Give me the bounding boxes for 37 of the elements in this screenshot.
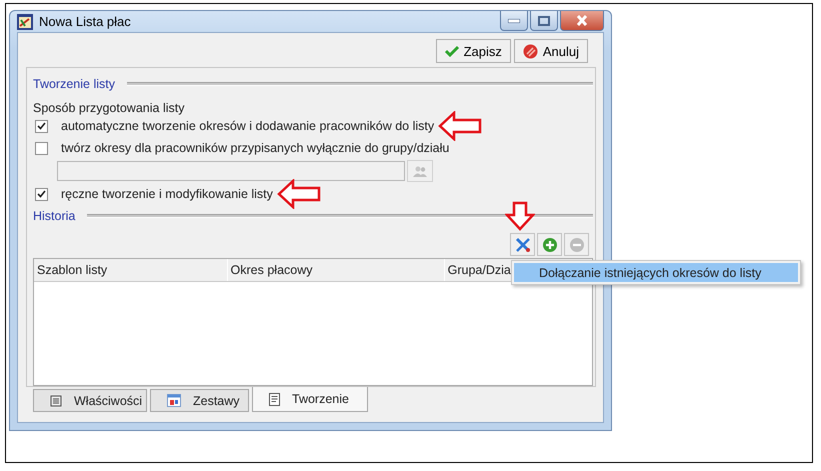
maximize-button[interactable] [530, 11, 558, 31]
checkbox-label: automatyczne tworzenie okresów i dodawanie pracowników do listy [61, 119, 434, 133]
remove-icon [568, 236, 584, 252]
window-title: Nowa Lista płac [39, 14, 131, 29]
checkmark-icon [444, 45, 459, 57]
people-icon [413, 166, 427, 176]
section-title: Historia [33, 209, 76, 223]
menu-item[interactable]: Dołączanie istniejących okresów do listy [514, 263, 798, 282]
section-subtitle: Sposób przygotowania listy [33, 101, 186, 115]
save-button[interactable]: Zapisz [436, 39, 511, 63]
close-button[interactable] [560, 11, 604, 31]
close-icon [576, 15, 588, 26]
checkbox-label: twórz okresy dla pracowników przypisanych wyłącznie do grupy/działu [61, 141, 450, 155]
add-icon [542, 236, 558, 252]
tools-button[interactable] [510, 233, 535, 256]
minimize-button[interactable] [500, 11, 528, 31]
minimize-icon [508, 18, 520, 22]
column-header[interactable]: Szablon listy [34, 259, 228, 281]
checkbox[interactable] [35, 120, 48, 132]
checkbox[interactable] [35, 142, 48, 154]
add-button[interactable] [537, 233, 562, 256]
maximize-icon [538, 16, 550, 26]
check-icon [37, 122, 46, 130]
checkbox[interactable] [35, 188, 48, 200]
tab[interactable]: Zestawy [150, 389, 249, 412]
calendar-icon [167, 394, 181, 407]
column-header[interactable]: Okres płacowy [228, 259, 445, 281]
cancel-button[interactable]: Anuluj [514, 39, 588, 63]
tab[interactable]: Tworzenie [252, 387, 368, 412]
list-icon [50, 394, 62, 406]
section-title: Tworzenie listy [33, 77, 115, 91]
cancel-icon [522, 44, 538, 58]
check-icon [37, 190, 46, 198]
checkbox-label: ręczne tworzenie i modyfikowanie listy [61, 187, 273, 201]
app-icon [17, 14, 33, 30]
document-icon [269, 392, 280, 406]
tab[interactable]: Właściwości [33, 389, 147, 412]
